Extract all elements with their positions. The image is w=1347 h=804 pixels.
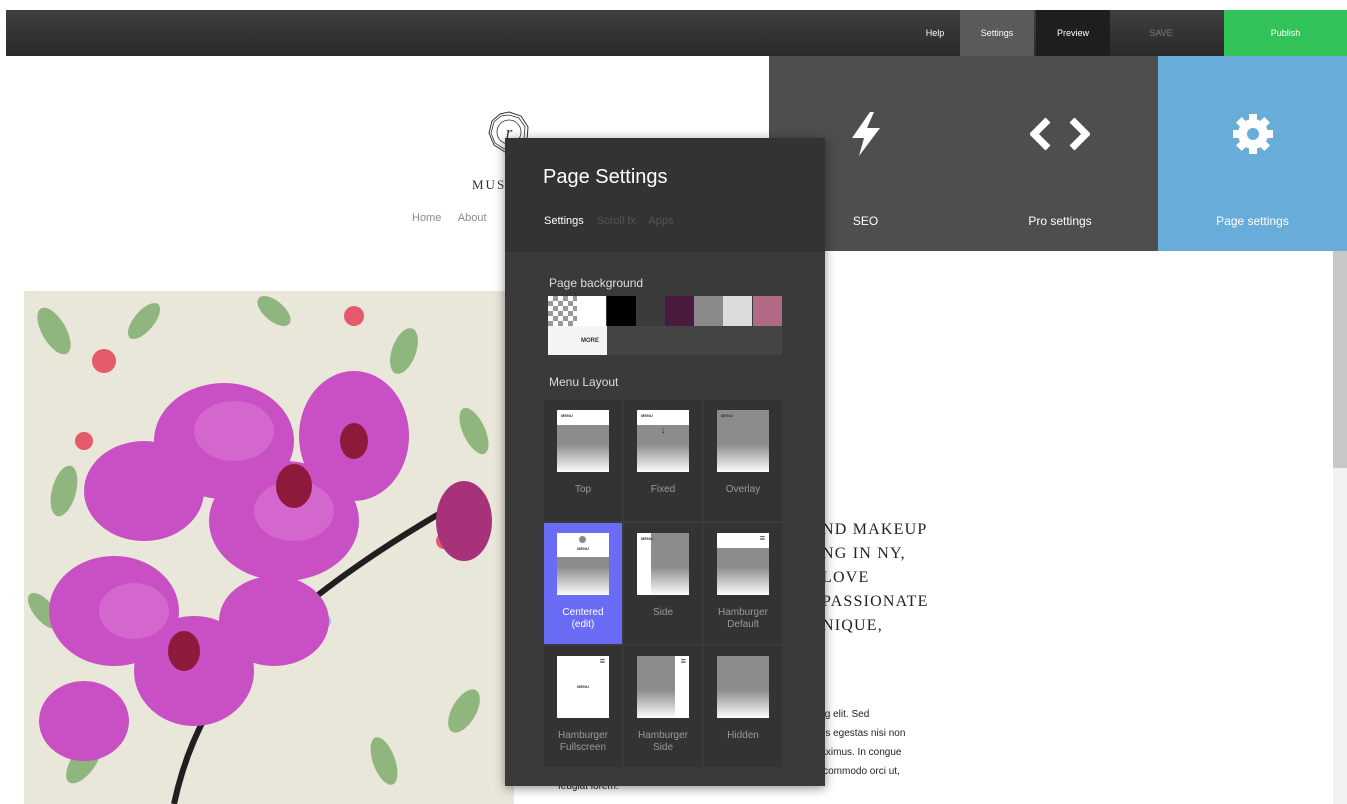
swatch-row-empty	[607, 326, 782, 355]
swatch-light-gray[interactable]	[723, 296, 752, 326]
hamburger-icon: ≡	[599, 656, 605, 666]
body-line: maximus. In congue	[812, 747, 902, 758]
nav-about[interactable]: About	[458, 212, 487, 224]
layout-name-line2: Default	[727, 619, 759, 630]
tab-settings[interactable]: Settings	[544, 215, 584, 227]
top-toolbar: Help Settings Preview SAVE Publish	[6, 10, 1347, 56]
thumb-menu-text: MENU	[641, 536, 653, 541]
layout-overlay[interactable]: MENU Overlay	[704, 400, 782, 521]
layout-side[interactable]: MENU Side	[624, 523, 702, 644]
swatch-black[interactable]	[607, 296, 636, 326]
layout-name: Hamburger Fullscreen	[544, 730, 622, 754]
swatch-white[interactable]	[577, 296, 606, 326]
swatch-plum[interactable]	[665, 296, 694, 326]
headline-line: NIQUE,	[822, 617, 883, 634]
layout-centered[interactable]: MENU Centered (edit)	[544, 523, 622, 644]
site-name: MUS	[472, 177, 507, 192]
gear-icon	[1158, 112, 1347, 156]
thumb-menu-text: MENU	[561, 413, 573, 418]
pro-settings-tile[interactable]: Pro settings	[962, 56, 1158, 251]
layout-hamburger-fullscreen[interactable]: ≡ MENU Hamburger Fullscreen	[544, 646, 622, 767]
thumb-menu-text: MENU	[641, 413, 653, 418]
nav-home[interactable]: Home	[412, 212, 441, 224]
hamburger-icon: ≡	[680, 656, 686, 666]
site-headline: ND MAKEUP NG IN NY, LOVE PASSIONATE NIQU…	[822, 518, 929, 638]
site-nav: Home About	[412, 212, 501, 224]
arrow-down-icon: ↓	[660, 425, 666, 436]
tab-apps[interactable]: Apps	[648, 215, 673, 227]
page-settings-label: Page settings	[1216, 214, 1289, 228]
layout-hidden[interactable]: Hidden	[704, 646, 782, 767]
menu-layout-label: Menu Layout	[549, 375, 619, 389]
page-background-label: Page background	[549, 276, 644, 290]
layout-fixed[interactable]: MENU ↓ Fixed	[624, 400, 702, 521]
layout-name: Fixed	[650, 484, 676, 495]
headline-line: PASSIONATE	[822, 593, 929, 610]
layout-name-line1: Hamburger	[557, 730, 609, 741]
layout-top[interactable]: MENU Top	[544, 400, 622, 521]
layout-thumb: MENU	[557, 533, 609, 595]
swatch-dark-gray[interactable]	[636, 296, 665, 326]
layout-thumb: MENU	[637, 533, 689, 595]
swatch-gray[interactable]	[694, 296, 723, 326]
layout-name: Centered (edit)	[544, 607, 622, 631]
panel-title: Page Settings	[543, 166, 668, 188]
swatch-transparent[interactable]	[548, 296, 577, 326]
settings-button[interactable]: Settings	[960, 10, 1034, 56]
preview-button[interactable]: Preview	[1036, 10, 1110, 56]
help-button[interactable]: Help	[910, 10, 960, 56]
code-brackets-icon	[962, 112, 1158, 156]
layout-thumb	[717, 656, 769, 718]
headline-line: NG IN NY,	[822, 545, 906, 562]
panel-tabs: Settings Scroll fx Apps	[544, 215, 683, 227]
layout-name: Overlay	[725, 484, 761, 495]
swatch-rose[interactable]	[753, 296, 782, 326]
logo-dot-icon	[579, 536, 586, 543]
layout-name-line2: (edit)	[571, 619, 595, 630]
layout-thumb: ≡	[717, 533, 769, 595]
site-body-text: cing elit. Sed attis egestas nisi non ma…	[812, 705, 905, 781]
layout-thumb: MENU	[557, 410, 609, 472]
headline-line: LOVE	[822, 569, 870, 586]
hamburger-icon: ≡	[759, 533, 765, 543]
layout-name-line2: Fullscreen	[559, 742, 607, 753]
layout-name-line1: Centered	[562, 607, 604, 618]
panel-header	[505, 138, 825, 252]
thumb-menu-text: MENU	[577, 546, 589, 551]
layout-name: Hamburger Default	[704, 607, 782, 631]
scrollbar-thumb[interactable]	[1333, 250, 1347, 468]
body-line: cing elit. Sed	[812, 709, 870, 720]
thumb-menu-text: MENU	[577, 684, 589, 689]
layout-thumb: MENU	[717, 410, 769, 472]
layout-name-line1: Hamburger	[717, 607, 769, 618]
page-settings-tile[interactable]: Page settings	[1158, 56, 1347, 251]
layout-thumb: MENU ↓	[637, 410, 689, 472]
layout-name: Top	[574, 484, 592, 495]
layout-name-line2: Side	[652, 742, 673, 753]
layout-thumb: ≡	[637, 656, 689, 718]
layout-name-line1: Hamburger	[637, 730, 689, 741]
layout-name: Hamburger Side	[624, 730, 702, 754]
layout-name: Side	[652, 607, 673, 618]
layout-hamburger-side[interactable]: ≡ Hamburger Side	[624, 646, 702, 767]
layout-thumb: ≡ MENU	[557, 656, 609, 718]
background-swatches: MORE	[548, 296, 782, 355]
page-settings-panel: Page Settings Settings Scroll fx Apps Pa…	[505, 138, 825, 786]
layout-name: Hidden	[727, 730, 759, 741]
body-line: attis egestas nisi non	[812, 728, 906, 739]
publish-button[interactable]: Publish	[1224, 10, 1347, 56]
save-button[interactable]: SAVE	[1126, 10, 1196, 56]
headline-line: ND MAKEUP	[822, 521, 928, 538]
settings-categories: SEO Pro settings Page settings	[769, 56, 1347, 251]
tab-scroll-fx[interactable]: Scroll fx	[597, 215, 636, 227]
pro-settings-label: Pro settings	[1028, 214, 1092, 228]
thumb-menu-text: MENU	[721, 413, 733, 418]
body-line: e, commodo orci ut,	[812, 766, 900, 777]
layout-hamburger-default[interactable]: ≡ Hamburger Default	[704, 523, 782, 644]
hero-orchid-image	[24, 291, 514, 804]
more-colors-button[interactable]: MORE	[548, 326, 607, 355]
